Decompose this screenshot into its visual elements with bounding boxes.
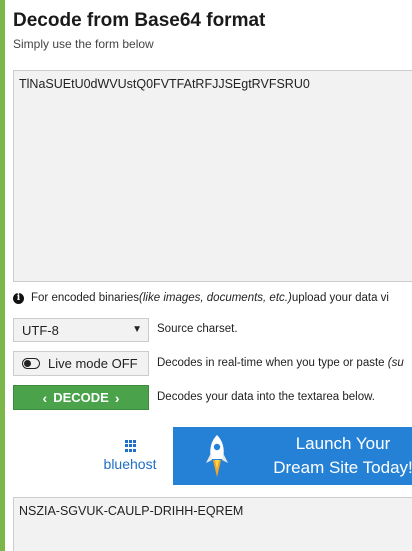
info-icon: i (13, 292, 24, 304)
bluehost-grid-icon (124, 440, 136, 452)
live-mode-hint: Decodes in real-time when you type or pa… (157, 357, 404, 369)
page-subtitle: Simply use the form below (13, 37, 154, 51)
upload-info: i For encoded binaries (like images, doc… (13, 292, 389, 304)
info-text-before: For encoded binaries (31, 292, 140, 304)
decode-button-label: DECODE (53, 390, 109, 405)
live-mode-hint-italic: (su (387, 357, 404, 369)
base64-input-textarea[interactable]: TlNaSUEtU0dWVUstQ0FVTFAtRFJJSEgtRVFSRU0 (13, 70, 412, 282)
chevron-right-icon: › (114, 389, 120, 406)
caret-down-icon: ▼ (132, 324, 142, 335)
rocket-icon (206, 435, 228, 477)
ad-banner[interactable]: Launch Your Dream Site Today! (173, 427, 412, 485)
charset-select[interactable]: UTF-8 ▼ (13, 318, 149, 342)
charset-selected-value: UTF-8 (22, 323, 59, 338)
decode-hint: Decodes your data into the textarea belo… (157, 391, 376, 403)
ad-headline-line1: Launch Your (295, 434, 391, 453)
charset-hint: Source charset. (157, 323, 238, 335)
page-title: Decode from Base64 format (13, 10, 266, 31)
decoded-output-textarea[interactable]: NSZIA-SGVUK-CAULP-DRIHH-EQREM (13, 497, 412, 551)
decoder-panel: Decode from Base64 format Simply use the… (5, 0, 412, 551)
live-mode-toggle-button[interactable]: Live mode OFF (13, 351, 149, 376)
decode-button[interactable]: ‹ DECODE › (13, 385, 149, 410)
info-text-after: upload your data vi (291, 292, 389, 304)
toggle-off-icon (22, 358, 40, 369)
live-mode-hint-text: Decodes in real-time when you type or pa… (157, 357, 388, 369)
bluehost-logo-text: bluehost (103, 456, 157, 472)
chevron-left-icon: ‹ (42, 389, 48, 406)
info-text-italic: (like images, documents, etc.) (139, 292, 292, 304)
live-mode-label: Live mode OFF (48, 356, 138, 371)
ad-headline-line2: Dream Site Today! (273, 458, 412, 477)
bluehost-logo[interactable]: bluehost (85, 432, 175, 472)
